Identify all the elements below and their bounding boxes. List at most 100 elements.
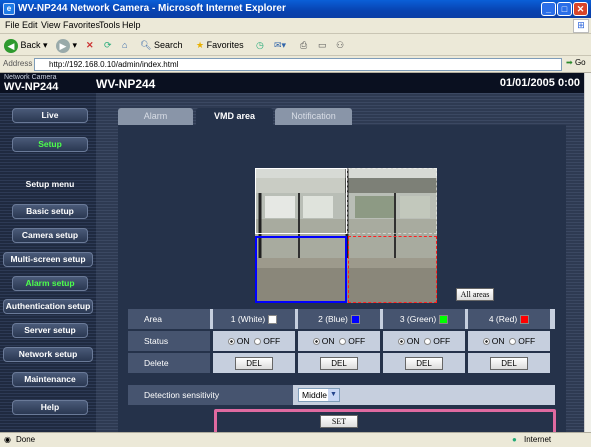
sensitivity-value: Middle <box>302 390 328 400</box>
sensitivity-select[interactable]: Middle ▼ <box>298 388 340 402</box>
zone-text: Internet <box>524 435 552 444</box>
area-label: Area <box>128 309 210 329</box>
stop-icon[interactable]: ✕ <box>86 37 94 53</box>
network-setup-button[interactable]: Network setup <box>3 347 93 362</box>
vmd-area-4-red[interactable] <box>348 236 437 303</box>
menu-help[interactable]: Help <box>122 20 141 30</box>
vmd-area-1-white[interactable] <box>255 168 347 234</box>
on-radio-3[interactable] <box>397 338 405 346</box>
forward-arrow-icon: ▶ <box>56 38 70 53</box>
area-2-cell: 2 (Blue) <box>298 309 380 329</box>
edit-icon[interactable]: ▭ <box>318 37 327 53</box>
basic-setup-button[interactable]: Basic setup <box>12 204 88 219</box>
search-button[interactable]: 🔍︎ Search <box>140 37 182 53</box>
delete-cell-3: DEL <box>383 353 465 373</box>
off-label-4: OFF <box>518 336 536 346</box>
messenger-icon[interactable]: ⚇ <box>336 37 344 53</box>
mail-icon[interactable]: ✉▾ <box>274 37 286 53</box>
area-4-name: 4 (Red) <box>488 314 518 324</box>
status-row: Status ON OFF ON OFF ON OFF ON OFF <box>128 331 555 351</box>
menu-favorites[interactable]: Favorites <box>63 20 100 30</box>
windows-logo-icon: ⊞ <box>573 19 589 33</box>
internet-zone-icon: ● <box>512 435 517 444</box>
status-text: Done <box>16 435 36 444</box>
setup-menu-heading: Setup menu <box>25 179 75 189</box>
maintenance-button[interactable]: Maintenance <box>12 372 88 387</box>
delete-row-highlight <box>214 409 556 432</box>
delete-cell-1: DEL <box>213 353 295 373</box>
area-3-name: 3 (Green) <box>399 314 437 324</box>
close-button[interactable]: ✕ <box>573 2 588 16</box>
search-label: Search <box>153 40 183 50</box>
on-radio-1[interactable] <box>227 338 235 346</box>
go-button[interactable]: ➡ Go <box>566 58 586 67</box>
off-radio-2[interactable] <box>339 338 347 346</box>
page-header: Network Camera WV-NP244 WV-NP244 01/01/2… <box>0 73 584 93</box>
delete-area-2-button[interactable]: DEL <box>320 357 358 370</box>
authentication-setup-button[interactable]: Authentication setup <box>3 299 93 314</box>
on-radio-4[interactable] <box>482 338 490 346</box>
vertical-scrollbar[interactable] <box>584 73 591 432</box>
alarm-setup-button[interactable]: Alarm setup <box>12 276 88 291</box>
header-model: WV-NP244 <box>4 81 59 93</box>
setup-button[interactable]: Setup <box>12 137 88 152</box>
menu-edit[interactable]: Edit <box>22 20 38 30</box>
off-radio-1[interactable] <box>254 338 262 346</box>
camera-setup-button[interactable]: Camera setup <box>12 228 88 243</box>
delete-cell-2: DEL <box>298 353 380 373</box>
area-row: Area 1 (White) 2 (Blue) 3 (Green) 4 (Red… <box>128 309 555 329</box>
refresh-icon[interactable]: ⟳ <box>104 37 112 53</box>
green-swatch <box>439 315 449 325</box>
minimize-button[interactable]: _ <box>541 2 556 16</box>
live-button[interactable]: Live <box>12 108 88 123</box>
home-icon[interactable]: ⌂ <box>122 37 127 53</box>
delete-area-4-button[interactable]: DEL <box>490 357 528 370</box>
tab-alarm[interactable]: Alarm <box>118 108 193 125</box>
off-radio-4[interactable] <box>509 338 517 346</box>
camera-image[interactable] <box>255 168 437 303</box>
off-radio-3[interactable] <box>424 338 432 346</box>
area-3-cell: 3 (Green) <box>383 309 465 329</box>
window-title-bar: e WV-NP244 Network Camera - Microsoft In… <box>0 0 591 18</box>
vmd-area-2-blue[interactable] <box>255 236 347 303</box>
tab-vmd-area[interactable]: VMD area <box>196 108 273 125</box>
vmd-area-3-green[interactable] <box>347 168 437 234</box>
menu-view[interactable]: View <box>41 20 60 30</box>
print-icon[interactable]: ⎙ <box>300 37 307 53</box>
favorites-button[interactable]: ★ Favorites <box>196 37 244 53</box>
server-setup-button[interactable]: Server setup <box>12 323 88 338</box>
address-input[interactable]: http://192.168.0.10/admin/index.html <box>34 58 562 71</box>
area-1-cell: 1 (White) <box>213 309 295 329</box>
address-url: http://192.168.0.10/admin/index.html <box>49 60 179 69</box>
menu-file[interactable]: File <box>5 20 20 30</box>
back-label: Back <box>20 40 41 50</box>
off-label-1: OFF <box>263 336 281 346</box>
forward-button[interactable]: ▶ ▾ <box>56 37 77 53</box>
content-area: Alarm VMD area Notification All areas Ar… <box>96 93 584 432</box>
white-swatch <box>268 315 278 325</box>
vmd-panel: All areas Area 1 (White) 2 (Blue) 3 (Gre… <box>118 125 566 432</box>
delete-cell-4: DEL <box>468 353 550 373</box>
star-icon: ★ <box>196 40 205 50</box>
toolbar: ◀ Back ▾ ▶ ▾ ✕ ⟳ ⌂ 🔍︎ Search ★ Favorites… <box>0 34 591 56</box>
back-button[interactable]: ◀ Back ▾ <box>4 37 48 53</box>
help-button[interactable]: Help <box>12 400 88 415</box>
area-4-cell: 4 (Red) <box>468 309 550 329</box>
area-1-name: 1 (White) <box>230 314 266 324</box>
multi-screen-setup-button[interactable]: Multi-screen setup <box>3 252 93 267</box>
tab-notification[interactable]: Notification <box>275 108 352 125</box>
sensitivity-label: Detection sensitivity <box>128 385 293 405</box>
menu-tools[interactable]: Tools <box>99 20 120 30</box>
on-label-1: ON <box>236 336 250 346</box>
chevron-down-icon: ▼ <box>328 389 339 401</box>
go-arrow-icon: ➡ <box>566 58 573 67</box>
maximize-button[interactable]: □ <box>557 2 572 16</box>
back-arrow-icon: ◀ <box>4 38 18 53</box>
sensitivity-row: Detection sensitivity Middle ▼ <box>128 385 555 405</box>
history-icon[interactable]: ◷ <box>256 37 264 53</box>
area-2-name: 2 (Blue) <box>318 314 348 324</box>
all-areas-button[interactable]: All areas <box>456 288 494 301</box>
delete-area-1-button[interactable]: DEL <box>235 357 273 370</box>
delete-area-3-button[interactable]: DEL <box>405 357 443 370</box>
on-radio-2[interactable] <box>312 338 320 346</box>
